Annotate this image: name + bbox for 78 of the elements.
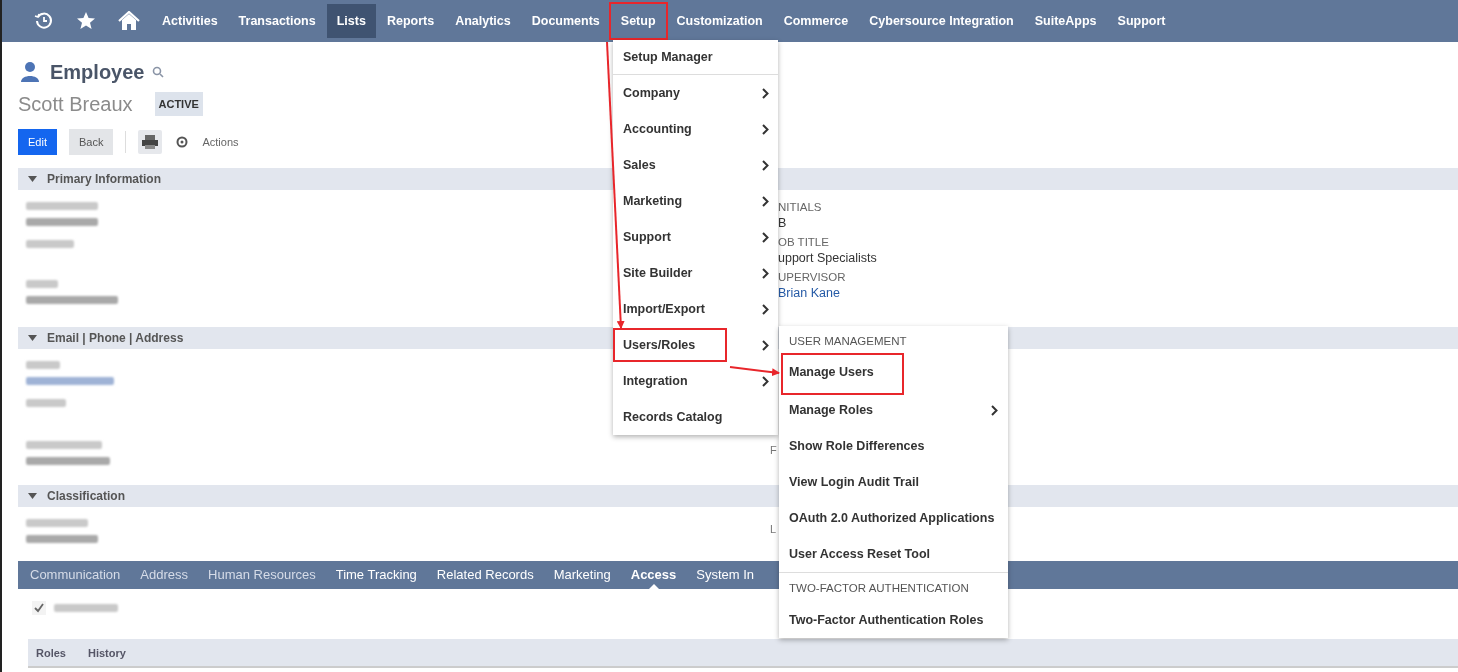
blurred-text: [54, 604, 118, 612]
checkbox[interactable]: [32, 601, 46, 615]
nav-menu-item[interactable]: Support: [1107, 4, 1176, 38]
record-name: Scott Breaux: [18, 92, 133, 116]
subtab[interactable]: Access: [630, 561, 677, 589]
field-label: F: [770, 444, 777, 456]
subtab[interactable]: Time Tracking: [335, 561, 417, 589]
menu-item[interactable]: Users/Roles: [615, 330, 726, 360]
person-icon: [18, 60, 42, 84]
nav-menu-item[interactable]: Analytics: [445, 4, 521, 38]
menu-group-header: USER MANAGEMENT: [789, 335, 907, 347]
blurred-text: [26, 399, 66, 407]
menu-item[interactable]: Support: [623, 223, 685, 251]
printer-icon[interactable]: [138, 130, 163, 154]
section-title: Primary Information: [47, 172, 162, 186]
menu-item[interactable]: OAuth 2.0 Authorized Applications: [789, 504, 1009, 532]
menu-item[interactable]: Accounting: [623, 115, 706, 143]
blurred-text: [26, 535, 98, 543]
home-icon[interactable]: [118, 11, 140, 31]
recent-clock-icon[interactable]: [34, 11, 54, 31]
nav-menu-item[interactable]: Commerce: [773, 4, 859, 38]
subtab[interactable]: Human Resources: [208, 561, 316, 589]
menu-item[interactable]: Records Catalog: [623, 403, 737, 431]
menu-item[interactable]: Site Builder: [623, 259, 707, 287]
sublist-tab[interactable]: Roles: [36, 646, 66, 659]
sublist-tab[interactable]: History: [87, 646, 126, 659]
field-value: upport Specialists: [778, 251, 877, 265]
nav-menu-item[interactable]: Reports: [376, 4, 445, 38]
annotation-arrow: [729, 366, 780, 377]
section-title: Classification: [47, 489, 126, 503]
menu-item[interactable]: Marketing: [623, 187, 697, 215]
menu-item[interactable]: Sales: [623, 151, 670, 179]
edit-button[interactable]: Edit: [18, 129, 57, 155]
field-value: B: [778, 216, 788, 230]
blurred-text: [26, 361, 60, 369]
field-label: UPERVISOR: [778, 271, 846, 283]
nav-menu-item[interactable]: Transactions: [228, 4, 326, 38]
nav-menu-item[interactable]: Documents: [521, 4, 610, 38]
section-title: Email | Phone | Address: [47, 331, 184, 345]
star-icon[interactable]: [76, 11, 96, 31]
field-label: OB TITLE: [778, 236, 830, 248]
menu-item[interactable]: User Access Reset Tool: [789, 540, 945, 568]
nav-menu-item[interactable]: Activities: [152, 4, 228, 38]
nav-menu-item[interactable]: Setup: [610, 4, 666, 38]
field-label: NITIALS: [778, 201, 822, 213]
menu-item[interactable]: Manage Users: [783, 355, 902, 393]
menu-item[interactable]: Two-Factor Authentication Roles: [789, 606, 998, 634]
menu-item[interactable]: Show Role Differences: [789, 432, 939, 460]
blurred-text: [26, 218, 98, 226]
blurred-text: [26, 240, 74, 248]
menu-group-header: TWO-FACTOR AUTHENTICATION: [789, 581, 969, 594]
back-button[interactable]: Back: [68, 129, 114, 155]
subtab[interactable]: Marketing: [553, 561, 611, 589]
subtab[interactable]: Related Records: [436, 561, 534, 589]
subtab[interactable]: Communication: [30, 561, 121, 589]
field-link[interactable]: Brian Kane: [778, 286, 846, 300]
menu-item[interactable]: Integration: [623, 367, 702, 395]
caret-icon: [28, 335, 37, 341]
blurred-text: [26, 202, 98, 210]
field-label: L: [770, 523, 777, 535]
subtab[interactable]: System In: [696, 561, 755, 589]
record-type-title: Employee: [50, 60, 145, 84]
nav-menu-item[interactable]: SuiteApps: [1024, 4, 1107, 38]
menu-item[interactable]: Import/Export: [623, 295, 719, 323]
blurred-text: [26, 280, 58, 288]
subtab[interactable]: Address: [140, 561, 189, 589]
menu-item[interactable]: Manage Roles: [789, 396, 888, 424]
menu-item[interactable]: Company: [623, 79, 694, 107]
actions-menu[interactable]: Actions: [202, 136, 239, 148]
nav-menu-item[interactable]: Cybersource Integration: [859, 4, 1024, 38]
nav-menu-item[interactable]: Lists: [326, 4, 376, 38]
search-icon[interactable]: [152, 66, 165, 78]
status-badge: ACTIVE: [154, 92, 203, 116]
caret-icon: [28, 493, 37, 499]
menu-item[interactable]: Setup Manager: [623, 43, 727, 71]
blurred-text: [26, 519, 88, 527]
caret-icon: [28, 176, 37, 182]
nav-menu-item[interactable]: Customization: [666, 4, 773, 38]
